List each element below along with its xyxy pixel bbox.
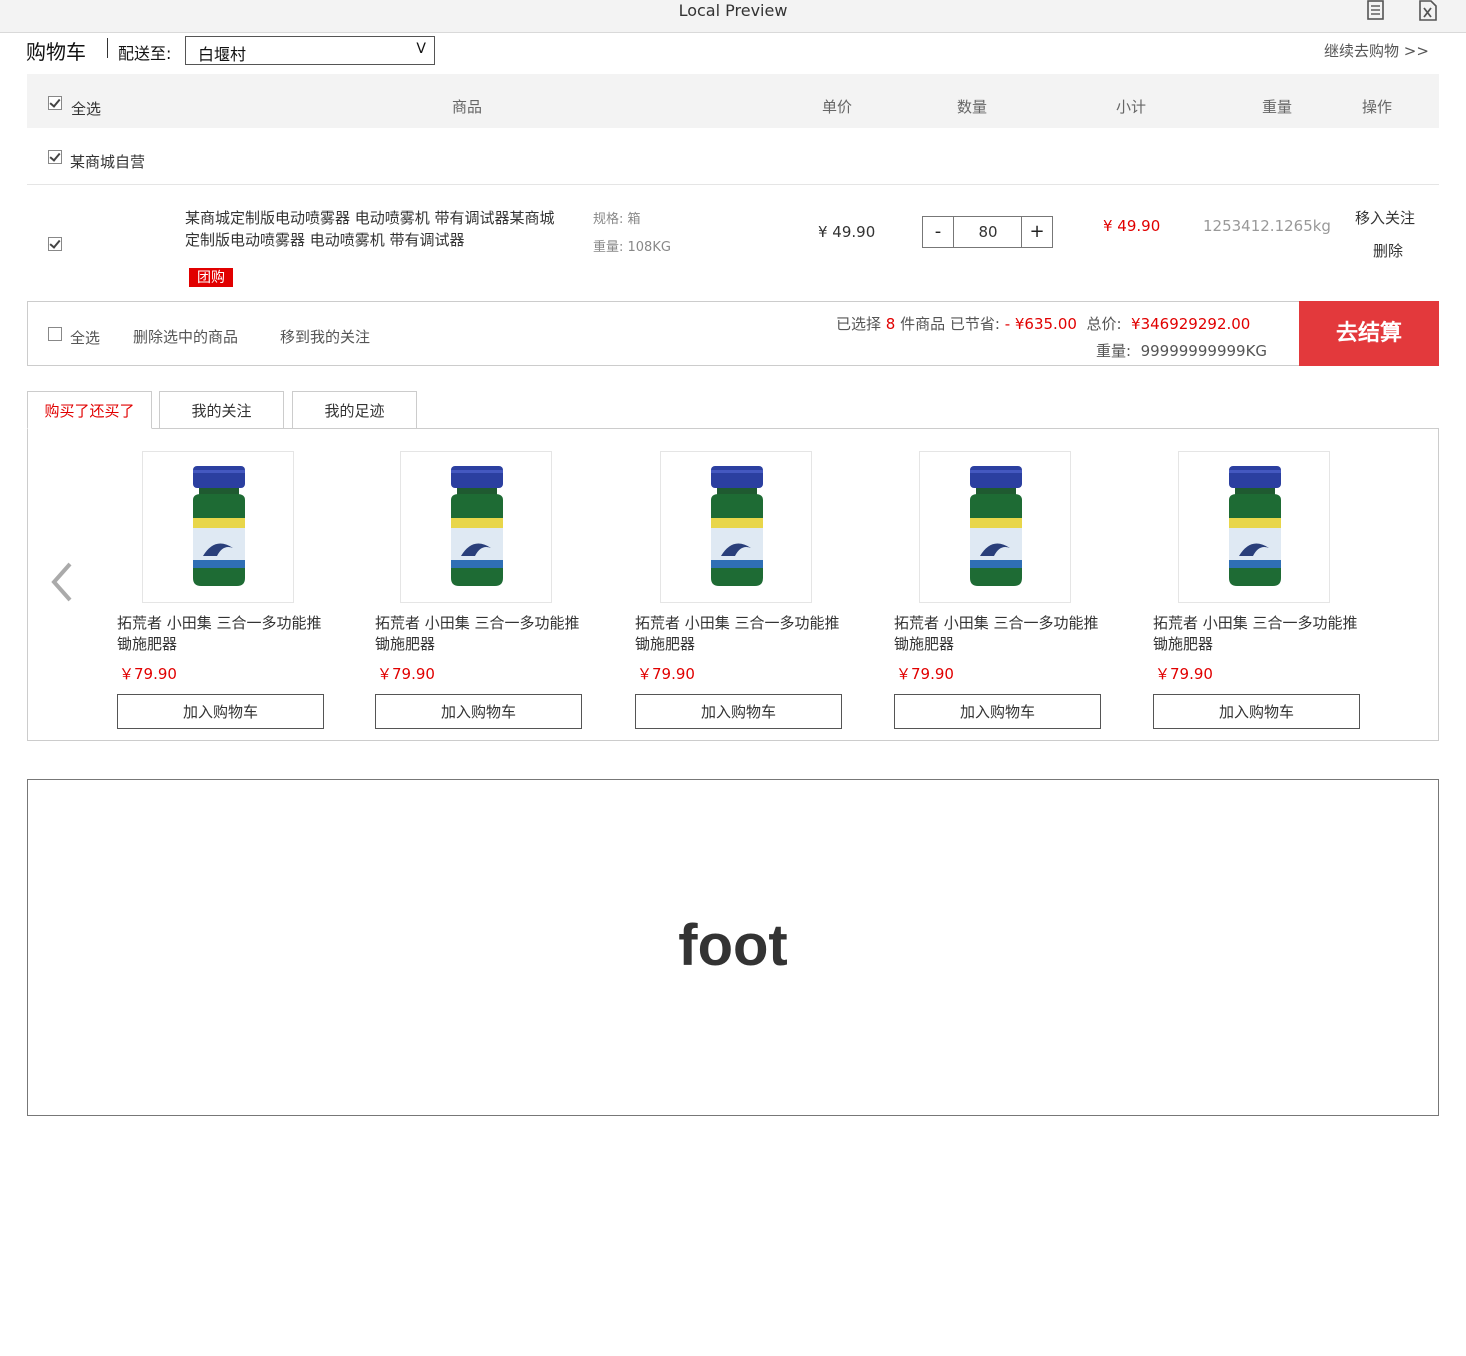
add-to-cart-button[interactable]: 加入购物车 bbox=[635, 694, 842, 729]
chevron-down-icon: V bbox=[416, 41, 426, 57]
product-price: ￥79.90 bbox=[637, 665, 695, 683]
cart-title: 购物车 bbox=[26, 40, 86, 64]
product-name[interactable]: 拓荒者 小田集 三合一多功能推锄施肥器 bbox=[1153, 613, 1368, 655]
product-name[interactable]: 拓荒者 小田集 三合一多功能推锄施肥器 bbox=[117, 613, 332, 655]
tab-my-history[interactable]: 我的足迹 bbox=[292, 391, 417, 429]
item-spec-box: 规格: 箱 bbox=[593, 212, 641, 227]
qty-input[interactable]: 80 bbox=[954, 217, 1022, 247]
tab-also-bought[interactable]: 购买了还买了 bbox=[27, 391, 152, 429]
add-to-cart-button[interactable]: 加入购物车 bbox=[1153, 694, 1360, 729]
item-unit-price: ¥ 49.90 bbox=[818, 223, 876, 241]
footer-select-all-checkbox[interactable] bbox=[48, 327, 62, 341]
delete-selected-link[interactable]: 删除选中的商品 bbox=[133, 326, 238, 347]
ship-to-value: 白堰村 bbox=[198, 45, 247, 64]
add-to-cart-button[interactable]: 加入购物车 bbox=[375, 694, 582, 729]
add-to-cart-button[interactable]: 加入购物车 bbox=[894, 694, 1101, 729]
product-image[interactable] bbox=[919, 451, 1071, 603]
delete-item-link[interactable]: 删除 bbox=[1373, 240, 1403, 261]
document-icon[interactable] bbox=[1366, 0, 1386, 22]
move-to-follow-link[interactable]: 移入关注 bbox=[1355, 207, 1415, 228]
product-name[interactable]: 拓荒者 小田集 三合一多功能推锄施肥器 bbox=[375, 613, 590, 655]
weight-label: 重量: bbox=[1096, 342, 1141, 360]
col-quantity: 数量 bbox=[957, 98, 988, 116]
weight-summary: 重量: 99999999999KG bbox=[1096, 340, 1267, 361]
tab-my-follow[interactable]: 我的关注 bbox=[159, 391, 284, 429]
product-image[interactable] bbox=[1178, 451, 1330, 603]
shop-name: 某商城自营 bbox=[70, 153, 146, 171]
selected-prefix: 已选择 bbox=[836, 315, 886, 333]
product-name[interactable]: 拓荒者 小田集 三合一多功能推锄施肥器 bbox=[635, 613, 850, 655]
continue-shopping-link[interactable]: 继续去购物 >> bbox=[1324, 40, 1429, 61]
shop-row bbox=[27, 128, 1439, 185]
product-image[interactable] bbox=[660, 451, 812, 603]
col-weight: 重量 bbox=[1262, 98, 1293, 116]
total-weight: 99999999999KG bbox=[1140, 342, 1268, 360]
move-selected-to-follow-link[interactable]: 移到我的关注 bbox=[280, 326, 370, 347]
footer-select-all-label: 全选 bbox=[70, 329, 101, 347]
qty-minus-button[interactable]: - bbox=[923, 217, 954, 247]
excel-icon[interactable] bbox=[1418, 0, 1438, 22]
footer-text: foot bbox=[678, 913, 788, 978]
col-action: 操作 bbox=[1362, 98, 1393, 116]
product-image[interactable] bbox=[142, 451, 294, 603]
divider bbox=[107, 38, 108, 58]
chevron-left-icon[interactable] bbox=[48, 560, 74, 604]
qty-plus-button[interactable]: + bbox=[1021, 217, 1052, 247]
select-all-checkbox[interactable] bbox=[48, 96, 62, 110]
item-name-link[interactable]: 某商城定制版电动喷雾器 电动喷雾机 带有调试器某商城定制版电动喷雾器 电动喷雾机… bbox=[185, 207, 560, 251]
window-titlebar: Local Preview bbox=[0, 0, 1466, 33]
summary-line: 已选择 8 件商品 已节省: - ¥635.00 总价: ¥346929292.… bbox=[836, 313, 1250, 334]
cart-table-header: 全选 商品 单价 数量 小计 重量 操作 bbox=[27, 74, 1439, 128]
product-price: ￥79.90 bbox=[377, 665, 435, 683]
saved-amount: - ¥635.00 bbox=[999, 315, 1077, 333]
total-label: 总价: bbox=[1076, 315, 1132, 333]
ship-to-label: 配送至: bbox=[118, 44, 172, 63]
quantity-stepper: - 80 + bbox=[922, 216, 1053, 248]
total-amount: ¥346929292.00 bbox=[1131, 315, 1251, 333]
group-buy-badge: 团购 bbox=[189, 268, 233, 287]
col-unit-price: 单价 bbox=[822, 98, 853, 116]
col-subtotal: 小计 bbox=[1116, 98, 1147, 116]
item-checkbox[interactable] bbox=[48, 237, 62, 251]
select-all-label: 全选 bbox=[71, 100, 102, 118]
item-spec: 规格: 箱 重量: 108KG bbox=[593, 206, 671, 262]
product-price: ￥79.90 bbox=[119, 665, 177, 683]
checkout-button[interactable]: 去结算 bbox=[1299, 301, 1439, 366]
col-product: 商品 bbox=[452, 98, 483, 116]
item-weight: 1253412.1265kg bbox=[1203, 217, 1331, 235]
item-subtotal: ¥ 49.90 bbox=[1103, 217, 1161, 235]
window-title: Local Preview bbox=[678, 1, 788, 20]
selected-suffix: 件商品 已节省: bbox=[895, 315, 1000, 333]
page-footer: foot bbox=[27, 779, 1439, 1116]
ship-to-select[interactable]: 白堰村 V bbox=[185, 36, 435, 65]
product-name[interactable]: 拓荒者 小田集 三合一多功能推锄施肥器 bbox=[894, 613, 1109, 655]
product-price: ￥79.90 bbox=[896, 665, 954, 683]
product-price: ￥79.90 bbox=[1155, 665, 1213, 683]
selected-count: 8 bbox=[885, 315, 896, 333]
item-spec-weight: 重量: 108KG bbox=[593, 240, 671, 255]
shop-checkbox[interactable] bbox=[48, 150, 62, 164]
add-to-cart-button[interactable]: 加入购物车 bbox=[117, 694, 324, 729]
product-image[interactable] bbox=[400, 451, 552, 603]
